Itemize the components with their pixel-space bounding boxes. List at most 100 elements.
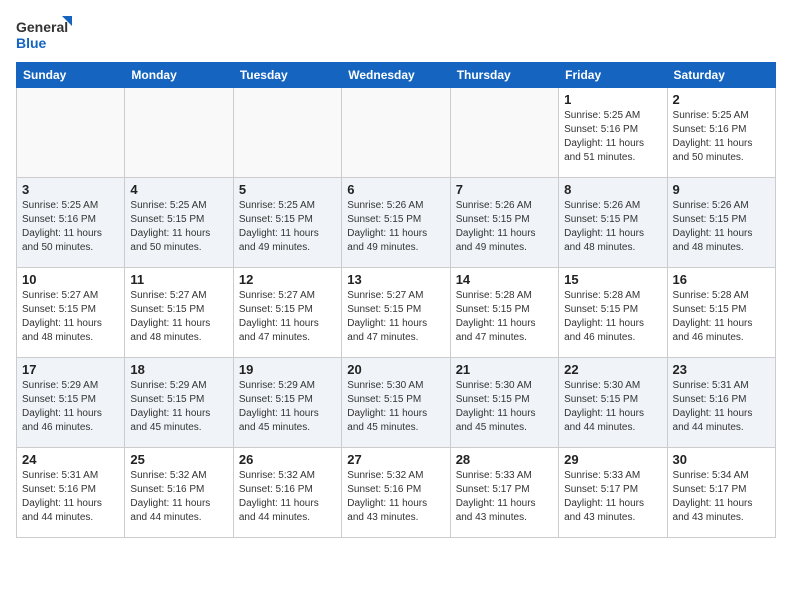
day-number: 2: [673, 92, 770, 107]
calendar-cell: 27 Sunrise: 5:32 AM Sunset: 5:16 PM Dayli…: [342, 448, 450, 538]
day-number: 8: [564, 182, 661, 197]
day-number: 6: [347, 182, 444, 197]
calendar-cell: 5 Sunrise: 5:25 AM Sunset: 5:15 PM Daylig…: [233, 178, 341, 268]
day-info: Sunrise: 5:29 AM Sunset: 5:15 PM Dayligh…: [239, 379, 336, 435]
day-number: 19: [239, 362, 336, 377]
day-number: 22: [564, 362, 661, 377]
calendar-cell: 19 Sunrise: 5:29 AM Sunset: 5:15 PM Dayli…: [233, 358, 341, 448]
day-info: Sunrise: 5:27 AM Sunset: 5:15 PM Dayligh…: [22, 289, 119, 345]
calendar-cell: 28Sunrise: 5:33 AM Sunset: 5:17 PM Dayli…: [450, 448, 558, 538]
calendar-cell: 26Sunrise: 5:32 AM Sunset: 5:16 PM Dayli…: [233, 448, 341, 538]
day-info: Sunrise: 5:26 AM Sunset: 5:15 PM Dayligh…: [456, 199, 553, 255]
calendar-cell: 30Sunrise: 5:34 AM Sunset: 5:17 PM Dayli…: [667, 448, 775, 538]
day-number: 15: [564, 272, 661, 287]
calendar-cell: 13Sunrise: 5:27 AM Sunset: 5:15 PM Dayli…: [342, 268, 450, 358]
page-header: GeneralBlue: [16, 16, 776, 52]
day-number: 11: [130, 272, 227, 287]
day-number: 12: [239, 272, 336, 287]
day-number: 20: [347, 362, 444, 377]
day-info: Sunrise: 5:30 AM Sunset: 5:15 PM Dayligh…: [564, 379, 661, 435]
day-info: Sunrise: 5:27 AM Sunset: 5:15 PM Dayligh…: [239, 289, 336, 345]
weekday-header: Monday: [125, 63, 233, 88]
day-info: Sunrise: 5:27 AM Sunset: 5:15 PM Dayligh…: [347, 289, 444, 345]
day-info: Sunrise: 5:28 AM Sunset: 5:15 PM Dayligh…: [564, 289, 661, 345]
calendar-cell: [17, 88, 125, 178]
day-number: 23: [673, 362, 770, 377]
calendar-cell: 16 Sunrise: 5:28 AM Sunset: 5:15 PM Dayli…: [667, 268, 775, 358]
day-info: Sunrise: 5:33 AM Sunset: 5:17 PM Dayligh…: [456, 469, 553, 525]
day-number: 25: [130, 452, 227, 467]
day-info: Sunrise: 5:30 AM Sunset: 5:15 PM Dayligh…: [456, 379, 553, 435]
day-number: 18: [130, 362, 227, 377]
calendar-cell: 10 Sunrise: 5:27 AM Sunset: 5:15 PM Dayli…: [17, 268, 125, 358]
calendar-cell: 20 Sunrise: 5:30 AM Sunset: 5:15 PM Dayli…: [342, 358, 450, 448]
calendar-cell: 21 Sunrise: 5:30 AM Sunset: 5:15 PM Dayli…: [450, 358, 558, 448]
day-info: Sunrise: 5:26 AM Sunset: 5:15 PM Dayligh…: [347, 199, 444, 255]
day-info: Sunrise: 5:25 AM Sunset: 5:16 PM Dayligh…: [22, 199, 119, 255]
day-info: Sunrise: 5:28 AM Sunset: 5:15 PM Dayligh…: [456, 289, 553, 345]
day-info: Sunrise: 5:33 AM Sunset: 5:17 PM Dayligh…: [564, 469, 661, 525]
calendar-table: SundayMondayTuesdayWednesdayThursdayFrid…: [16, 62, 776, 538]
day-number: 24: [22, 452, 119, 467]
day-number: 27: [347, 452, 444, 467]
day-info: Sunrise: 5:31 AM Sunset: 5:16 PM Dayligh…: [22, 469, 119, 525]
logo: GeneralBlue: [16, 16, 76, 52]
calendar-cell: 12 Sunrise: 5:27 AM Sunset: 5:15 PM Dayli…: [233, 268, 341, 358]
calendar-cell: 2 Sunrise: 5:25 AM Sunset: 5:16 PM Daylig…: [667, 88, 775, 178]
calendar-cell: 8Sunrise: 5:26 AM Sunset: 5:15 PM Daylig…: [559, 178, 667, 268]
calendar-body: 1Sunrise: 5:25 AM Sunset: 5:16 PM Daylig…: [17, 88, 776, 538]
day-info: Sunrise: 5:26 AM Sunset: 5:15 PM Dayligh…: [673, 199, 770, 255]
day-info: Sunrise: 5:25 AM Sunset: 5:15 PM Dayligh…: [130, 199, 227, 255]
calendar-cell: 15 Sunrise: 5:28 AM Sunset: 5:15 PM Dayli…: [559, 268, 667, 358]
weekday-header: Friday: [559, 63, 667, 88]
calendar-cell: 11 Sunrise: 5:27 AM Sunset: 5:15 PM Dayli…: [125, 268, 233, 358]
day-number: 5: [239, 182, 336, 197]
day-info: Sunrise: 5:25 AM Sunset: 5:15 PM Dayligh…: [239, 199, 336, 255]
day-number: 16: [673, 272, 770, 287]
calendar-cell: [342, 88, 450, 178]
weekday-header: Saturday: [667, 63, 775, 88]
calendar-cell: 29 Sunrise: 5:33 AM Sunset: 5:17 PM Dayli…: [559, 448, 667, 538]
calendar-week-row: 10 Sunrise: 5:27 AM Sunset: 5:15 PM Dayli…: [17, 268, 776, 358]
day-info: Sunrise: 5:34 AM Sunset: 5:17 PM Dayligh…: [673, 469, 770, 525]
day-info: Sunrise: 5:30 AM Sunset: 5:15 PM Dayligh…: [347, 379, 444, 435]
svg-text:General: General: [16, 19, 68, 35]
weekday-header: Thursday: [450, 63, 558, 88]
weekday-header: Tuesday: [233, 63, 341, 88]
calendar-cell: [233, 88, 341, 178]
calendar-week-row: 24 Sunrise: 5:31 AM Sunset: 5:16 PM Dayli…: [17, 448, 776, 538]
calendar-week-row: 3 Sunrise: 5:25 AM Sunset: 5:16 PM Daylig…: [17, 178, 776, 268]
day-info: Sunrise: 5:32 AM Sunset: 5:16 PM Dayligh…: [239, 469, 336, 525]
logo-svg: GeneralBlue: [16, 16, 76, 52]
day-number: 7: [456, 182, 553, 197]
calendar-cell: 25Sunrise: 5:32 AM Sunset: 5:16 PM Dayli…: [125, 448, 233, 538]
calendar-cell: [125, 88, 233, 178]
day-info: Sunrise: 5:32 AM Sunset: 5:16 PM Dayligh…: [347, 469, 444, 525]
day-number: 10: [22, 272, 119, 287]
weekday-header: Sunday: [17, 63, 125, 88]
day-number: 17: [22, 362, 119, 377]
calendar-cell: 23 Sunrise: 5:31 AM Sunset: 5:16 PM Dayli…: [667, 358, 775, 448]
calendar-cell: 1Sunrise: 5:25 AM Sunset: 5:16 PM Daylig…: [559, 88, 667, 178]
calendar-cell: 17 Sunrise: 5:29 AM Sunset: 5:15 PM Dayli…: [17, 358, 125, 448]
calendar-cell: 9Sunrise: 5:26 AM Sunset: 5:15 PM Daylig…: [667, 178, 775, 268]
calendar-cell: 14Sunrise: 5:28 AM Sunset: 5:15 PM Dayli…: [450, 268, 558, 358]
calendar-cell: 24 Sunrise: 5:31 AM Sunset: 5:16 PM Dayli…: [17, 448, 125, 538]
calendar-cell: 6 Sunrise: 5:26 AM Sunset: 5:15 PM Daylig…: [342, 178, 450, 268]
calendar-week-row: 17 Sunrise: 5:29 AM Sunset: 5:15 PM Dayli…: [17, 358, 776, 448]
day-number: 21: [456, 362, 553, 377]
day-info: Sunrise: 5:25 AM Sunset: 5:16 PM Dayligh…: [564, 109, 661, 165]
calendar-cell: 4Sunrise: 5:25 AM Sunset: 5:15 PM Daylig…: [125, 178, 233, 268]
day-info: Sunrise: 5:29 AM Sunset: 5:15 PM Dayligh…: [130, 379, 227, 435]
day-number: 3: [22, 182, 119, 197]
day-info: Sunrise: 5:25 AM Sunset: 5:16 PM Dayligh…: [673, 109, 770, 165]
day-info: Sunrise: 5:29 AM Sunset: 5:15 PM Dayligh…: [22, 379, 119, 435]
svg-text:Blue: Blue: [16, 35, 47, 51]
calendar-cell: [450, 88, 558, 178]
day-info: Sunrise: 5:27 AM Sunset: 5:15 PM Dayligh…: [130, 289, 227, 345]
calendar-cell: 3 Sunrise: 5:25 AM Sunset: 5:16 PM Daylig…: [17, 178, 125, 268]
day-info: Sunrise: 5:31 AM Sunset: 5:16 PM Dayligh…: [673, 379, 770, 435]
calendar-cell: 22 Sunrise: 5:30 AM Sunset: 5:15 PM Dayli…: [559, 358, 667, 448]
day-info: Sunrise: 5:28 AM Sunset: 5:15 PM Dayligh…: [673, 289, 770, 345]
day-number: 29: [564, 452, 661, 467]
